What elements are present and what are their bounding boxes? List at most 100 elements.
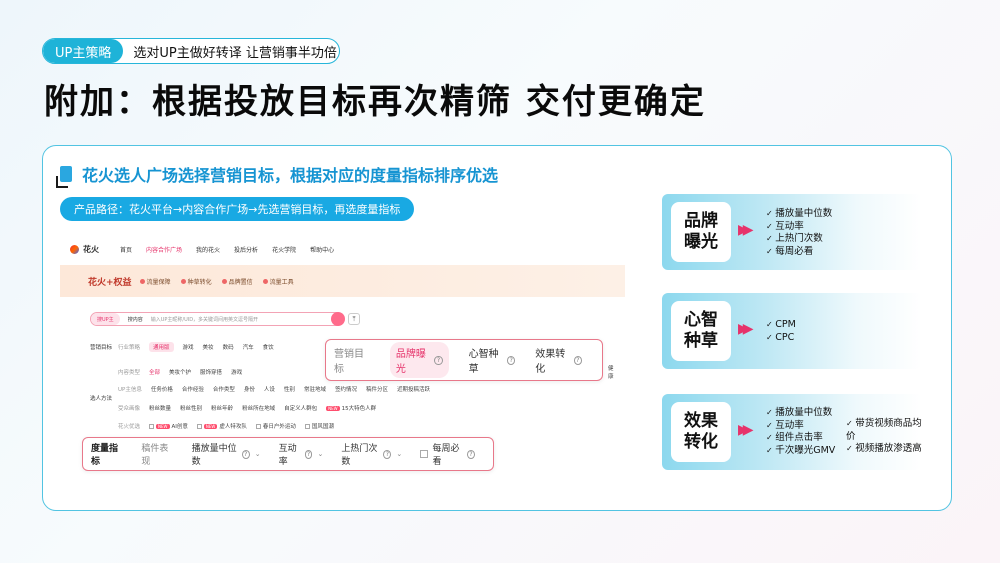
search-tab-content[interactable]: 搜内容 bbox=[120, 316, 151, 323]
filter-item[interactable]: 国风国潮 bbox=[312, 424, 334, 430]
filter-item[interactable]: 粉丝数量 bbox=[149, 404, 171, 412]
filter-item[interactable]: 近期投稿活跃 bbox=[397, 385, 430, 393]
filter-item[interactable]: 美妆 bbox=[203, 343, 214, 351]
filter-item[interactable]: 虚人特攻队 bbox=[219, 424, 247, 430]
filter-item[interactable]: 内容类型 bbox=[118, 368, 140, 376]
card-title: 效果 转化 bbox=[671, 402, 731, 462]
logo-text: 花火 bbox=[83, 244, 99, 254]
goal-option-mind[interactable]: 心智种草? bbox=[469, 345, 516, 375]
help-icon: ? bbox=[573, 355, 582, 365]
filter-item[interactable]: 粉丝年龄 bbox=[211, 404, 233, 412]
checkbox[interactable] bbox=[196, 424, 202, 429]
filter-item-active[interactable]: 全部 bbox=[149, 368, 160, 376]
help-icon: ? bbox=[507, 355, 516, 365]
side-label: 选人方法 bbox=[90, 396, 113, 402]
filter-item-active[interactable]: 通用版 bbox=[149, 342, 174, 352]
filter-item[interactable]: 15大特色人群 bbox=[342, 406, 377, 412]
checkbox[interactable] bbox=[149, 424, 155, 429]
upload-icon[interactable]: ⤒ bbox=[348, 313, 360, 325]
nav-item[interactable]: 首页 bbox=[120, 245, 132, 254]
filter-item[interactable]: 汽车 bbox=[243, 343, 254, 351]
filter-item[interactable]: 稿件分区 bbox=[366, 385, 388, 393]
metric-muted: 稿件表现 bbox=[141, 444, 169, 467]
arrow-right-icon: ▶▶ bbox=[738, 422, 753, 438]
filter-item[interactable]: 健康 bbox=[608, 364, 616, 380]
nav-item-active[interactable]: 内容合作广场 bbox=[146, 245, 182, 254]
metric-list: 播放量中位数 互动率 上热门次数 每周必看 bbox=[766, 208, 832, 258]
metric-option[interactable]: 互动率? ⌄ bbox=[279, 441, 324, 467]
filter-label: 营销目标 bbox=[90, 345, 113, 351]
dot-icon bbox=[262, 278, 268, 284]
filter-item[interactable]: 性别 bbox=[284, 385, 295, 393]
nav-item[interactable]: 我的花火 bbox=[196, 245, 220, 254]
list-item: 视频播放渗透高 bbox=[846, 443, 922, 456]
new-badge: NEW bbox=[203, 424, 218, 429]
filter-item[interactable]: 合作类型 bbox=[213, 385, 235, 393]
new-badge: NEW bbox=[156, 424, 170, 429]
filter-item[interactable]: 粉丝所在地域 bbox=[242, 404, 275, 412]
checkbox[interactable] bbox=[420, 450, 428, 458]
section-heading: 花火选人广场选择营销目标，根据对应的度量指标排序优选 bbox=[60, 162, 498, 186]
filter-item[interactable]: 食饮 bbox=[263, 343, 274, 351]
search-placeholder: 输入UP主昵称/UID，多关键词间用英文逗号隔开 bbox=[150, 316, 259, 323]
section-heading-text: 花火选人广场选择营销目标，根据对应的度量指标排序优选 bbox=[82, 166, 499, 185]
metric-list-secondary: 带货视频商品均价 视频播放渗透高 bbox=[846, 418, 922, 456]
card-title: 心智 种草 bbox=[671, 301, 731, 361]
strategy-tagline: 选对UP主做好转译 让营销事半功倍 bbox=[133, 45, 337, 61]
list-item: 互动率 bbox=[766, 221, 832, 234]
filter-item[interactable]: 身份 bbox=[244, 385, 255, 393]
filter-item[interactable]: AI创意 bbox=[172, 424, 188, 430]
search-tab-up[interactable]: 搜UP主 bbox=[91, 313, 120, 325]
filter-item[interactable]: 任务价格 bbox=[151, 385, 173, 393]
filter-item[interactable]: 行业策略 bbox=[118, 343, 140, 351]
rights-banner: 花火+权益 流量保障 种草转化 品牌置信 流量工具 bbox=[60, 265, 625, 297]
filter-item[interactable]: 春日户外运动 bbox=[263, 424, 296, 430]
filter-item[interactable]: 游戏 bbox=[231, 368, 242, 376]
metric-option-checkbox[interactable]: 每周必看? bbox=[420, 441, 476, 467]
checkbox[interactable] bbox=[304, 424, 310, 429]
checkbox[interactable] bbox=[255, 424, 261, 429]
metric-label: 度量指标 bbox=[91, 444, 119, 467]
list-item: CPC bbox=[766, 332, 796, 345]
chevron-down-icon: ⌄ bbox=[254, 450, 261, 458]
rights-item[interactable]: 品牌置信 bbox=[221, 277, 253, 286]
goal-option-conversion[interactable]: 效果转化? bbox=[535, 345, 582, 375]
goal-label: 营销目标 bbox=[334, 349, 364, 375]
help-icon: ? bbox=[241, 449, 250, 459]
nav-item[interactable]: 投后分析 bbox=[234, 245, 258, 254]
nav-item[interactable]: 花火学院 bbox=[272, 245, 296, 254]
filter-item[interactable]: 自定义人群包 bbox=[284, 404, 317, 412]
search-input[interactable]: 搜UP主 搜内容 输入UP主昵称/UID，多关键词间用英文逗号隔开 bbox=[90, 312, 345, 326]
rights-item[interactable]: 流量工具 bbox=[262, 277, 294, 286]
filter-item[interactable]: 游戏 bbox=[183, 343, 194, 351]
help-icon: ? bbox=[434, 355, 443, 365]
filter-item[interactable]: 服饰穿搭 bbox=[200, 368, 222, 376]
goal-option-brand[interactable]: 品牌曝光? bbox=[389, 342, 449, 378]
search-icon[interactable] bbox=[331, 312, 345, 326]
filter-item[interactable]: 人设 bbox=[264, 385, 275, 393]
help-icon: ? bbox=[466, 449, 476, 459]
metric-list: 播放量中位数 互动率 组件点击率 千次曝光GMV bbox=[766, 407, 835, 457]
filter-item[interactable]: 常驻地域 bbox=[304, 385, 326, 393]
strategy-tag: UP主策略 选对UP主做好转译 让营销事半功倍 bbox=[42, 38, 340, 64]
filter-item[interactable]: 粉丝性别 bbox=[180, 404, 202, 412]
huohua-logo-icon bbox=[70, 244, 79, 254]
rights-item[interactable]: 种草转化 bbox=[180, 277, 212, 286]
filter-item[interactable]: 受众画像 bbox=[118, 404, 140, 412]
filter-item[interactable]: 合作经验 bbox=[182, 385, 204, 393]
filter-item[interactable]: 数码 bbox=[223, 343, 234, 351]
dot-icon bbox=[180, 278, 186, 284]
metric-option[interactable]: 播放量中位数? ⌄ bbox=[192, 441, 261, 467]
product-path-pill: 产品路径：花火平台→内容合作广场→先选营销目标，再选度量指标 bbox=[60, 197, 415, 221]
rights-item[interactable]: 流量保障 bbox=[139, 277, 171, 286]
filter-item[interactable]: UP主信息 bbox=[118, 385, 142, 393]
nav-item[interactable]: 帮助中心 bbox=[310, 245, 334, 254]
chevron-down-icon: ⌄ bbox=[396, 450, 403, 458]
filter-item[interactable]: 美妆个护 bbox=[169, 368, 191, 376]
new-badge: NEW bbox=[326, 406, 340, 411]
metric-option[interactable]: 上热门次数? ⌄ bbox=[341, 441, 402, 467]
card-brand-exposure: 品牌曝光 ▶▶ 播放量中位数 互动率 上热门次数 每周必看 bbox=[662, 194, 922, 270]
metric-list: CPM CPC bbox=[766, 319, 796, 344]
filter-item[interactable]: 签约情况 bbox=[335, 385, 357, 393]
list-item: CPM bbox=[766, 319, 796, 332]
